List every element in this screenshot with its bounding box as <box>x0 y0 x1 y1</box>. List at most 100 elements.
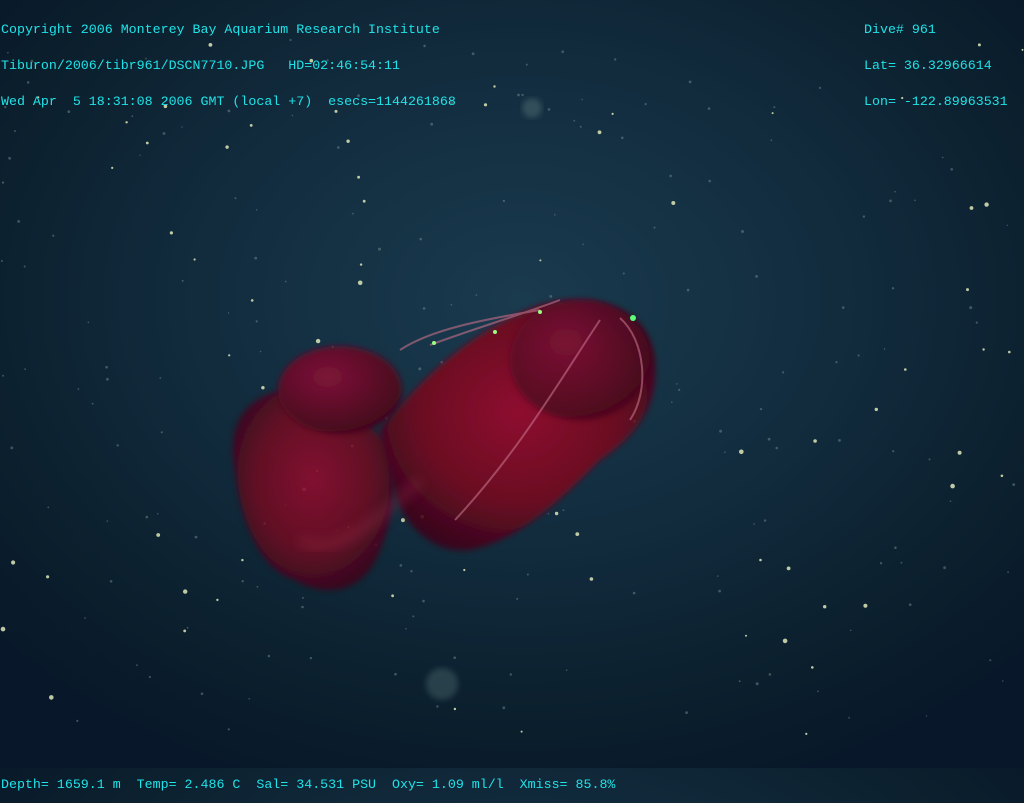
particle <box>301 605 304 609</box>
particle <box>394 672 397 676</box>
particle <box>984 202 989 207</box>
particle <box>255 320 258 323</box>
particle <box>966 288 969 292</box>
particle <box>17 220 21 223</box>
particle <box>453 707 457 711</box>
particle <box>254 256 258 260</box>
particle <box>357 175 360 179</box>
particle <box>573 119 576 122</box>
particle <box>145 141 149 145</box>
particle <box>183 589 188 594</box>
particle <box>1007 571 1009 574</box>
vampire-squid <box>232 299 656 591</box>
particle <box>76 719 79 723</box>
particle <box>718 589 721 593</box>
particle <box>1021 48 1024 51</box>
particle <box>378 247 381 251</box>
particle <box>685 711 688 714</box>
particle <box>105 365 108 369</box>
out-of-focus-particle <box>522 98 542 118</box>
particle <box>632 591 636 595</box>
particle <box>719 429 722 433</box>
particle <box>357 280 363 286</box>
particle <box>982 348 985 351</box>
particle <box>471 52 475 56</box>
particle <box>928 458 931 461</box>
particle <box>900 561 903 564</box>
particle <box>436 705 439 708</box>
particle <box>614 58 617 61</box>
particle <box>669 174 672 178</box>
particle <box>216 598 219 602</box>
particle <box>739 449 744 455</box>
particle <box>11 560 16 565</box>
particle <box>786 566 791 571</box>
particle <box>575 532 580 536</box>
particle <box>755 275 758 278</box>
copyright-line: Copyright 2006 Monterey Bay Aquarium Res… <box>1 22 440 37</box>
particle <box>241 558 244 562</box>
particle <box>811 666 814 669</box>
particle <box>422 307 426 310</box>
particle <box>771 112 774 115</box>
particle <box>848 716 850 719</box>
particle <box>949 500 952 503</box>
particle <box>554 511 559 516</box>
particle <box>773 106 776 109</box>
particle <box>0 626 6 632</box>
particle <box>10 446 14 450</box>
particle <box>671 401 673 404</box>
particle <box>1008 350 1011 354</box>
particle <box>483 103 488 107</box>
particle <box>250 299 254 302</box>
particle <box>46 575 50 579</box>
particle <box>259 350 262 353</box>
particle <box>841 306 845 309</box>
particle <box>23 265 26 268</box>
particle <box>678 388 681 391</box>
particle <box>14 130 16 132</box>
particle <box>768 673 772 676</box>
particle <box>775 446 779 450</box>
particle <box>817 690 819 693</box>
particle <box>883 348 886 350</box>
particle <box>686 288 690 292</box>
particle <box>284 280 287 283</box>
particle <box>969 306 973 310</box>
particle <box>581 98 583 101</box>
particle <box>418 367 422 371</box>
particle <box>52 234 55 237</box>
particle <box>1006 224 1008 226</box>
particle <box>309 656 313 660</box>
particle <box>914 199 916 202</box>
particle <box>759 558 762 562</box>
particle <box>763 519 767 522</box>
particle <box>399 564 403 567</box>
particle <box>249 124 253 127</box>
particle <box>707 107 711 110</box>
particle <box>351 212 354 215</box>
particle <box>227 728 230 731</box>
particle <box>782 371 785 374</box>
particle <box>106 520 109 522</box>
particle <box>261 386 265 390</box>
particle <box>622 272 625 275</box>
particle <box>193 258 196 261</box>
particle <box>109 580 113 583</box>
particle <box>248 698 250 700</box>
particle <box>159 377 162 379</box>
particle <box>234 197 237 200</box>
particle <box>745 634 747 637</box>
particle <box>116 444 119 447</box>
particle <box>805 732 808 736</box>
particle <box>111 166 114 169</box>
particle <box>228 354 231 357</box>
particle <box>716 575 719 577</box>
particle <box>502 706 506 710</box>
particle <box>410 570 413 573</box>
particle <box>156 533 161 537</box>
particle <box>391 594 394 598</box>
particle <box>0 260 3 262</box>
particle <box>969 206 974 210</box>
particle <box>502 199 506 203</box>
